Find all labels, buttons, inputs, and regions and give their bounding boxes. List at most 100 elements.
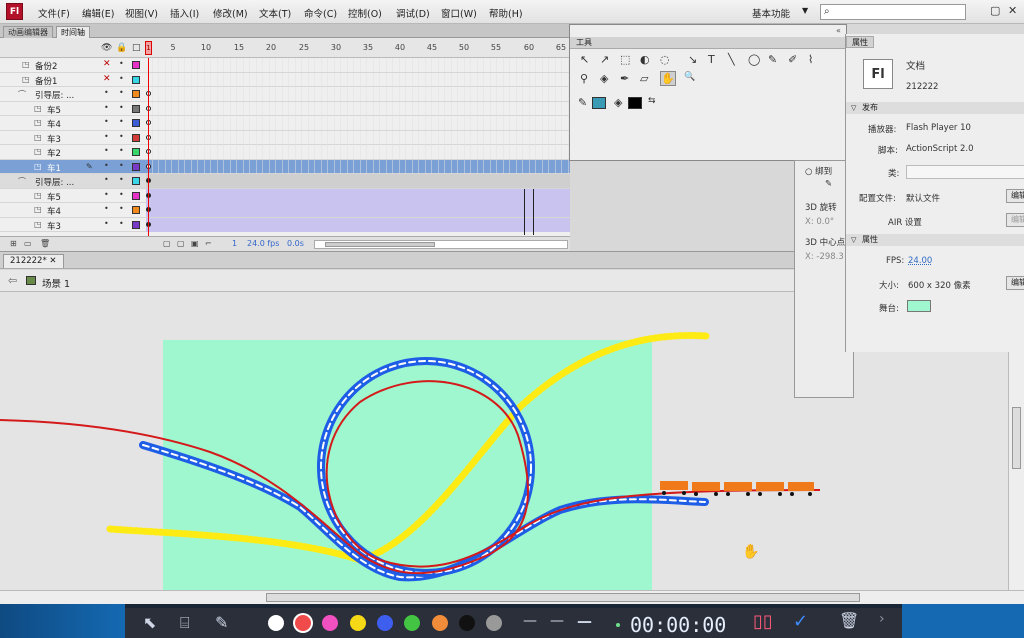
lock-dot[interactable]: • — [119, 204, 124, 213]
frame-track[interactable] — [146, 72, 570, 87]
delete-layer-icon[interactable]: 🗑 — [40, 239, 50, 248]
hidden-x-icon[interactable]: ✕ — [103, 59, 111, 69]
zoom-tool-icon[interactable]: 🔍 — [684, 72, 695, 82]
collapse-triangle-icon[interactable]: ▽ — [851, 102, 856, 114]
lock-dot[interactable]: • — [119, 219, 124, 228]
onion-markers-icon[interactable]: ⌐ — [205, 239, 212, 248]
3d-rotation-x[interactable]: X: 0.0° — [805, 217, 834, 227]
visibility-dot[interactable]: • — [104, 204, 109, 213]
menu-commands[interactable]: 命令(C) — [304, 6, 337, 20]
layer-color-swatch[interactable] — [132, 119, 140, 127]
tween-track[interactable] — [146, 217, 570, 232]
layer-row[interactable]: ◳ 备份1 ✕ • — [0, 72, 570, 87]
oval-tool-icon[interactable]: ◯ — [748, 53, 760, 66]
layer-name[interactable]: 车1 — [47, 162, 61, 174]
layer-row[interactable]: ◳ 车4 • • — [0, 116, 570, 131]
visibility-dot[interactable]: • — [104, 103, 109, 112]
lasso-tool-icon[interactable]: ◌ — [660, 53, 670, 66]
text-tool-icon[interactable]: T — [708, 53, 715, 66]
scroll-thumb[interactable] — [266, 593, 860, 602]
layer-color-swatch[interactable] — [132, 104, 140, 113]
collapse-panels-icon[interactable]: « — [836, 26, 841, 35]
lock-dot[interactable]: • — [119, 190, 124, 199]
lock-dot[interactable]: • — [119, 59, 124, 68]
color-swatch-2[interactable] — [322, 615, 338, 631]
eye-icon[interactable]: 👁 — [101, 43, 112, 53]
chevron-right-icon[interactable]: › — [879, 611, 885, 627]
fill-color-swatch[interactable] — [628, 97, 642, 109]
onion-outline-icon[interactable]: ▢ — [177, 239, 185, 248]
edit-air-button[interactable]: 编辑 — [1006, 213, 1024, 227]
edit-size-button[interactable]: 编辑 — [1006, 276, 1024, 290]
help-search-input[interactable]: ⌕ — [820, 4, 966, 20]
frame-track[interactable] — [146, 174, 570, 188]
scroll-thumb[interactable] — [325, 242, 435, 247]
layer-color-swatch[interactable] — [132, 177, 140, 185]
layer-row[interactable]: ◳ 车5 • • — [0, 101, 570, 116]
bone-tool-icon[interactable]: ⚲ — [580, 72, 588, 85]
swap-colors-icon[interactable]: ⇆ — [648, 96, 656, 106]
deco-tool-icon[interactable]: ⌇ — [808, 53, 813, 66]
visibility-dot[interactable]: • — [104, 190, 109, 199]
free-transform-tool-icon[interactable]: ⬚ — [620, 53, 630, 66]
frame-track[interactable] — [146, 116, 570, 130]
layer-name[interactable]: 车2 — [47, 147, 61, 159]
text-select-icon[interactable]: ⌸ — [180, 613, 190, 633]
layer-color-swatch[interactable] — [132, 162, 140, 171]
layer-name[interactable]: 备份2 — [35, 60, 57, 72]
properties-tab[interactable]: 属性 — [846, 36, 874, 48]
frame-track[interactable] — [146, 145, 570, 159]
menu-text[interactable]: 文本(T) — [259, 6, 291, 20]
lock-dot[interactable]: • — [119, 175, 124, 184]
lock-dot[interactable]: • — [119, 146, 124, 155]
layer-name[interactable]: 车4 — [47, 118, 61, 130]
new-folder-icon[interactable]: ▭ — [24, 239, 32, 248]
stage-horizontal-scrollbar[interactable] — [0, 590, 1024, 604]
layer-name[interactable]: 车5 — [47, 104, 61, 116]
edit-profile-button[interactable]: 编辑 — [1006, 189, 1024, 203]
layer-color-swatch[interactable] — [132, 75, 140, 84]
back-arrow-icon[interactable]: ⇦ — [8, 274, 17, 287]
scene-name[interactable]: 场景 1 — [42, 276, 70, 290]
edit-multiple-icon[interactable]: ▣ — [191, 239, 199, 248]
color-swatch-7[interactable] — [459, 615, 475, 631]
layer-row[interactable]: ⌒ 引导层: ... • • — [0, 87, 570, 102]
menu-insert[interactable]: 插入(I) — [170, 6, 199, 20]
line-tool-icon[interactable]: ╲ — [728, 53, 735, 66]
menu-edit[interactable]: 编辑(E) — [82, 6, 114, 20]
layer-row[interactable]: ◳ 备份2 ✕ • — [0, 58, 570, 73]
tab-timeline[interactable]: 时间轴 — [56, 26, 90, 38]
pen-tool-icon[interactable]: ↘ — [688, 53, 697, 66]
layer-row[interactable]: ◳ 车4 • • — [0, 203, 570, 218]
stage-color-swatch[interactable] — [907, 300, 931, 312]
layer-name[interactable]: 备份1 — [35, 75, 57, 87]
thin-line-icon[interactable]: — — [523, 613, 537, 629]
layer-name[interactable]: 车4 — [47, 205, 61, 217]
brush-tool-icon[interactable]: ✐ — [788, 53, 797, 66]
layer-row[interactable]: ⌒ 引导层: ... • • — [0, 174, 570, 189]
subselection-tool-icon[interactable]: ↗ — [600, 53, 609, 66]
hand-tool-icon[interactable]: ✋ — [660, 71, 676, 86]
stop-recording-icon[interactable]: ▯▯ — [753, 611, 773, 632]
selection-tool-icon[interactable]: ↖ — [580, 53, 589, 66]
menu-help[interactable]: 帮助(H) — [489, 6, 523, 20]
frame-track[interactable] — [146, 58, 570, 72]
layer-name[interactable]: 车5 — [47, 191, 61, 203]
menu-window[interactable]: 窗口(W) — [441, 6, 477, 20]
color-swatch-4[interactable] — [377, 615, 393, 631]
pointer-icon[interactable]: ⬉ — [143, 613, 156, 632]
playhead[interactable]: 1 — [145, 41, 152, 55]
timeline-scrollbar[interactable] — [314, 240, 568, 249]
eraser-tool-icon[interactable]: ▱ — [640, 72, 648, 85]
frame-track[interactable] — [146, 87, 570, 101]
restore-window-button[interactable]: ▢ — [990, 4, 1000, 17]
thick-line-icon[interactable]: — — [577, 612, 592, 630]
menu-view[interactable]: 视图(V) — [125, 6, 158, 20]
color-swatch-8[interactable] — [486, 615, 502, 631]
layer-name[interactable]: 引导层: ... — [35, 176, 74, 188]
frame-track[interactable] — [146, 159, 570, 174]
lock-dot[interactable]: • — [119, 103, 124, 112]
color-swatch-6[interactable] — [432, 615, 448, 631]
paint-bucket-tool-icon[interactable]: ◈ — [600, 72, 608, 85]
menu-modify[interactable]: 修改(M) — [213, 6, 248, 20]
